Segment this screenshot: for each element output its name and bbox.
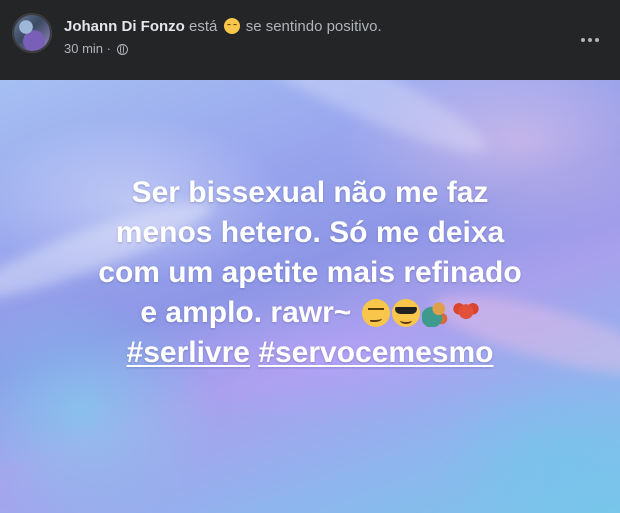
globe-icon[interactable] (116, 44, 128, 55)
sunglasses-face-icon (391, 299, 420, 327)
background-streak (203, 80, 497, 172)
relieved-face-icon (223, 18, 240, 34)
feeling-text: se sentindo positivo. (245, 18, 382, 35)
dot (581, 38, 585, 42)
dot (588, 38, 592, 42)
feeling-verb: está (189, 18, 218, 35)
message-line: menos hetero. Só me deixa (115, 216, 505, 249)
author-avatar[interactable] (12, 13, 52, 53)
smirking-face-icon (361, 299, 390, 327)
dot (595, 38, 599, 42)
status-message: Ser bissexual não me faz menos hetero. S… (0, 173, 620, 373)
maple-leaf-icon (451, 299, 480, 327)
dragon-face-icon (421, 299, 450, 327)
status-background: Ser bissexual não me faz menos hetero. S… (0, 80, 620, 513)
message-line: com um apetite mais refinado (98, 256, 522, 289)
message-line: Ser bissexual não me faz (131, 176, 489, 209)
message-line: e amplo. rawr~ (140, 296, 352, 329)
message-line-with-emojis: e amplo. rawr~ (0, 293, 620, 333)
hashtag-serlivre[interactable]: #serlivre (127, 336, 250, 369)
post-timestamp[interactable]: 30 min (64, 41, 103, 56)
feed-post: Johann Di Fonzo está se sentindo positiv… (0, 0, 620, 513)
author-line: Johann Di Fonzo está se sentindo positiv… (64, 17, 382, 37)
post-meta: 30 min · (64, 41, 128, 57)
meta-separator: · (106, 41, 111, 56)
hashtag-servocemesmo[interactable]: #servocemesmo (258, 336, 493, 369)
more-options-icon[interactable] (572, 22, 608, 58)
author-name[interactable]: Johann Di Fonzo (64, 18, 185, 35)
post-header: Johann Di Fonzo está se sentindo positiv… (0, 0, 620, 80)
hashtag-line: #serlivre #servocemesmo (0, 333, 620, 373)
